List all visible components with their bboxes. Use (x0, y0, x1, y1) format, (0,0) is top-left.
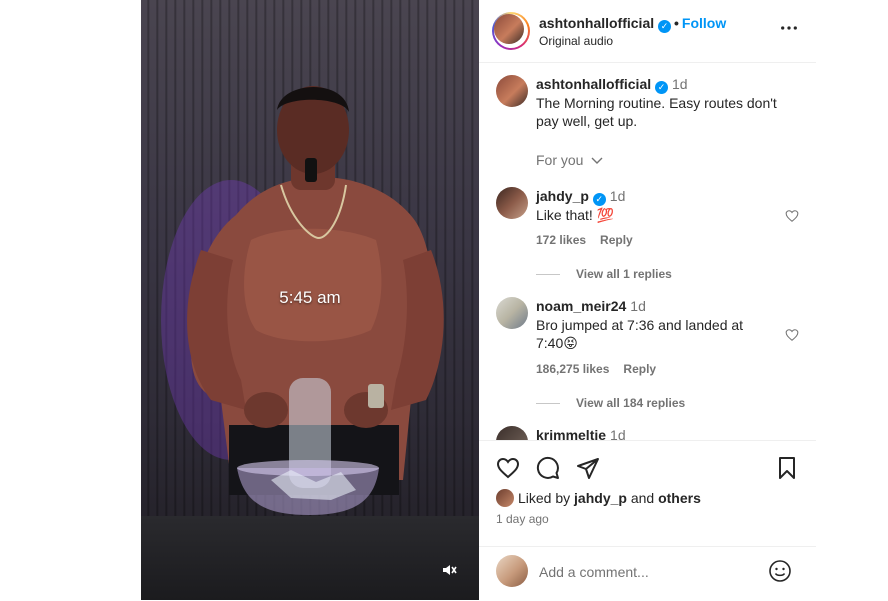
view-replies-button[interactable]: View all 184 replies (536, 396, 685, 410)
chevron-down-icon (591, 157, 603, 164)
post-modal: 5:45 am ashtonhallofficial ✓ • Follow Orig… (141, 0, 816, 600)
liked-by-others[interactable]: others (658, 490, 701, 506)
post-sidebar: ashtonhallofficial ✓ • Follow Original aud… (479, 0, 816, 600)
post-video[interactable]: 5:45 am (141, 0, 479, 600)
comment-likes[interactable]: 186,275 likes (536, 362, 609, 376)
audio-label[interactable]: Original audio (539, 34, 613, 48)
follow-button[interactable]: Follow (682, 15, 726, 31)
avatar (496, 555, 528, 587)
comment-username[interactable]: noam_meir24 (536, 298, 626, 314)
share-icon[interactable] (576, 456, 600, 480)
comment-username-row: jahdy_p ✓ 1d (536, 188, 625, 206)
comment-time: 1d (609, 188, 626, 204)
avatar[interactable] (496, 187, 528, 219)
caption-time: 1d (672, 76, 688, 92)
emoji-icon[interactable] (768, 559, 792, 583)
heart-icon[interactable] (496, 456, 520, 480)
view-replies-button[interactable]: View all 1 replies (536, 267, 672, 281)
comment-username-row: noam_meir24 1d (536, 298, 646, 314)
comment-icon[interactable] (536, 456, 560, 480)
comment-time: 1d (610, 427, 626, 440)
header-username-row: ashtonhallofficial ✓ • Follow (539, 15, 726, 33)
caption-username[interactable]: ashtonhallofficial (536, 76, 651, 92)
avatar[interactable] (496, 75, 528, 107)
verified-badge-icon: ✓ (658, 20, 672, 33)
comment-username[interactable]: jahdy_p (536, 188, 589, 204)
bookmark-icon[interactable] (775, 456, 799, 480)
caption-username-row: ashtonhallofficial ✓ 1d (536, 76, 688, 94)
post-time[interactable]: 1 day ago (496, 512, 549, 526)
comments-list[interactable]: ashtonhallofficial ✓ 1d The Morning routi… (479, 63, 816, 440)
comment-likes[interactable]: 172 likes (536, 233, 586, 247)
for-you-label: For you (536, 152, 584, 168)
avatar (494, 14, 524, 44)
video-overlay-text: 5:45 am (279, 288, 341, 307)
verified-badge-icon: ✓ (655, 81, 669, 94)
liked-by-user[interactable]: jahdy_p (574, 490, 627, 506)
reply-button[interactable]: Reply (623, 362, 656, 376)
post-header: ashtonhallofficial ✓ • Follow Original aud… (479, 0, 816, 63)
heart-icon[interactable] (785, 328, 799, 342)
header-username[interactable]: ashtonhallofficial (539, 15, 654, 31)
comment-meta: 172 likes Reply (536, 233, 647, 247)
caption-text: The Morning routine. Easy routes don't p… (536, 95, 777, 129)
add-comment-bar (479, 546, 816, 601)
post-actions: Liked by jahdy_p and others 1 day ago (479, 440, 816, 547)
liked-by-prefix: Liked by (518, 490, 571, 506)
speaker-muted-icon[interactable] (441, 562, 457, 578)
avatar (496, 489, 514, 507)
verified-badge-icon: ✓ (592, 193, 606, 206)
comment-username-row: krimmeltie 1d (536, 427, 626, 440)
avatar[interactable] (496, 426, 528, 440)
comment-text: Like that! 💯 (536, 207, 615, 223)
reply-button[interactable]: Reply (600, 233, 633, 247)
table-surface (141, 516, 479, 600)
separator-dot: • (674, 15, 679, 31)
liked-by-and: and (630, 490, 655, 506)
liked-by-line: Liked by jahdy_p and others (496, 489, 701, 507)
comment-input[interactable] (537, 560, 751, 584)
heart-icon[interactable] (785, 209, 799, 223)
comment-meta: 186,275 likes Reply (536, 362, 670, 376)
more-options-icon[interactable] (780, 20, 798, 31)
comment-text: Bro jumped at 7:36 and landed at 7:40😝 (536, 317, 744, 351)
comment-time: 1d (630, 298, 646, 314)
avatar[interactable] (496, 297, 528, 329)
story-ring[interactable] (492, 12, 530, 50)
comment-username[interactable]: krimmeltie (536, 427, 606, 440)
for-you-dropdown[interactable]: For you (536, 152, 603, 168)
